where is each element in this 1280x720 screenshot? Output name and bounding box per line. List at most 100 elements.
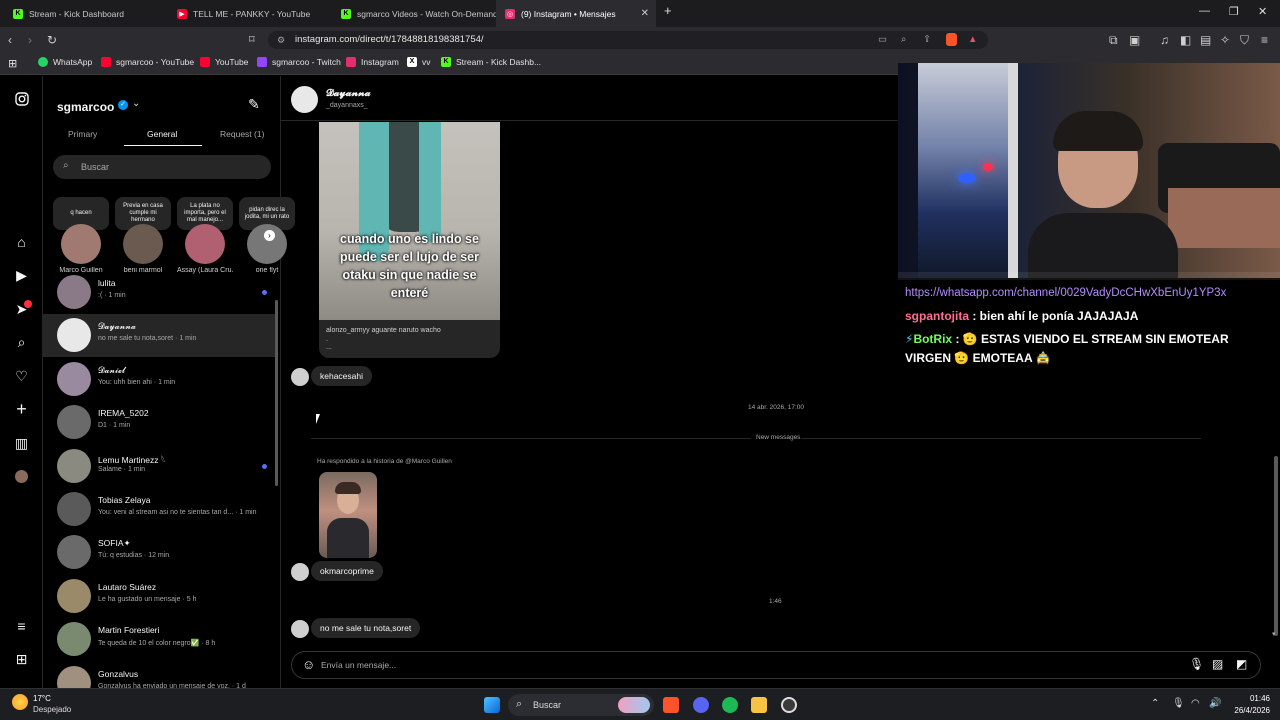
search-icon[interactable]: ⌕ — [13, 334, 30, 351]
restore-icon[interactable]: ❐ — [1229, 5, 1239, 18]
also-from-meta-icon[interactable]: ⊞ — [13, 651, 30, 668]
bookmark-whatsapp[interactable]: WhatsApp — [38, 57, 92, 67]
thread-scrollbar[interactable] — [1274, 456, 1278, 636]
search-input[interactable]: ⌕ Buscar — [53, 155, 271, 179]
dashboard-icon[interactable]: ▥ — [13, 435, 30, 452]
message-input[interactable]: ☺ Envía un mensaje... 🎙 ▨ ◩ — [291, 651, 1261, 679]
forward-icon[interactable]: › — [28, 33, 32, 47]
site-settings-icon[interactable]: ⚙ — [277, 31, 285, 49]
bookmark-twitch[interactable]: sgmarcoo - Twitch — [257, 57, 341, 67]
instagram-logo-icon[interactable] — [13, 90, 30, 107]
leo-ai-icon[interactable]: ✧ — [1220, 33, 1230, 47]
tab-general[interactable]: General — [147, 129, 177, 139]
cast-icon[interactable]: ▭ — [878, 31, 887, 49]
tab-kick-dashboard[interactable]: K Stream - Kick Dashboard — [4, 0, 168, 27]
close-tab-icon[interactable]: ✕ — [641, 8, 649, 19]
conversation-item[interactable]: Tobias Zelaya You: veni al stream asi no … — [43, 488, 275, 531]
compose-icon[interactable]: ✎ — [248, 96, 260, 113]
conversation-item[interactable]: SOFIA✦ Tú: q estudias · 12 min — [43, 531, 275, 574]
note-item[interactable]: q hacen Marco Guillen — [53, 197, 109, 274]
brave-rewards-icon[interactable]: ▲ — [968, 31, 977, 49]
story-thumbnail[interactable] — [319, 472, 377, 558]
create-icon[interactable]: + — [13, 399, 30, 419]
new-tab-icon[interactable]: + — [664, 3, 672, 18]
emoji-icon[interactable]: ☺ — [302, 657, 315, 672]
contact-name[interactable]: 𝓓𝓪𝔂𝓪𝓷𝓷𝓪 — [326, 88, 371, 99]
notes-next-icon[interactable]: › — [264, 230, 275, 241]
bookmark-icon[interactable]: ⌑ — [249, 33, 255, 46]
conversation-item[interactable]: 𝓓𝓪𝔂𝓪𝓷𝓷𝓪 no me sale tu nota,soret · 1 min — [43, 314, 275, 358]
conversation-item[interactable]: Lautaro Suárez Le ha gustado un mensaje ·… — [43, 575, 275, 618]
contact-avatar[interactable] — [291, 86, 318, 113]
chevron-down-icon[interactable]: ⌄ — [132, 98, 140, 109]
conversation-item[interactable]: 𝓓𝓪𝓷𝓲𝓮𝓵 You: uhh bien ahi · 1 min — [43, 358, 275, 401]
clock-date[interactable]: 26/4/2026 — [1222, 706, 1270, 715]
tab-instagram[interactable]: ◎ (9) Instagram • Mensajes ✕ — [496, 0, 656, 27]
brave-shield-icon[interactable] — [946, 33, 957, 46]
message-bubble[interactable]: kehacesahi — [311, 366, 373, 386]
zoom-icon[interactable]: ⌕ — [901, 31, 906, 49]
clock-time[interactable]: 01:46 — [1226, 694, 1270, 703]
vpn-icon[interactable]: ⛉ — [1240, 33, 1249, 48]
microphone-icon[interactable]: 🎙 — [1189, 657, 1204, 671]
extensions-icon[interactable]: ⧉ — [1109, 33, 1118, 48]
account-username[interactable]: sgmarcoo — [57, 100, 114, 114]
home-icon[interactable]: ⌂ — [13, 233, 30, 250]
sidebar-icon[interactable]: ◧ — [1180, 33, 1191, 47]
bookmark-x[interactable]: Xvv — [407, 57, 431, 67]
tab-kick-videos[interactable]: Ksgmarco Videos - Watch On-Demand — [332, 0, 496, 27]
conversation-item[interactable]: Lemu Martinezz 𓆩 Salame · 1 min — [43, 445, 275, 488]
mouse-cursor-icon — [316, 414, 324, 424]
menu-icon[interactable]: ≡ — [1261, 33, 1268, 47]
microphone-tray-icon[interactable]: 🎙 — [1172, 698, 1185, 709]
more-menu-icon[interactable]: ≡ — [13, 617, 30, 634]
spotify-icon[interactable] — [722, 697, 738, 713]
minimize-icon[interactable]: — — [1199, 5, 1210, 17]
message-bubble[interactable]: okmarcoprime — [311, 561, 383, 581]
bookmark-label: YouTube — [215, 57, 249, 67]
address-bar[interactable]: ⚙ instagram.com/direct/t/1784881819838175… — [268, 31, 988, 49]
bookmark-youtube[interactable]: YouTube — [200, 57, 248, 67]
reels-icon[interactable]: ▶ — [13, 267, 30, 284]
conversation-preview: Le ha gustado un mensaje · 5 h — [98, 595, 197, 603]
taskbar-search[interactable]: ⌕ Buscar — [508, 694, 654, 716]
conversation-item[interactable]: Martin Forestieri Te queda de 10 el color… — [43, 618, 275, 661]
brave-icon[interactable] — [663, 697, 679, 713]
wifi-icon[interactable]: ◠ — [1191, 698, 1200, 709]
close-window-icon[interactable]: ✕ — [1258, 5, 1267, 18]
volume-icon[interactable]: 🔊 — [1209, 698, 1221, 709]
apps-icon[interactable]: ⊞ — [8, 57, 17, 70]
message-bubble[interactable]: no me sale tu nota,soret — [311, 618, 421, 638]
start-icon[interactable] — [484, 697, 500, 713]
weather-icon[interactable] — [12, 694, 28, 710]
music-icon[interactable]: ♫ — [1160, 33, 1169, 47]
scroll-down-icon[interactable]: ▾ — [1272, 630, 1276, 638]
tab-requests[interactable]: Request (1) — [220, 129, 264, 139]
gallery-icon[interactable]: ▨ — [1212, 657, 1223, 671]
wallet-icon[interactable]: ▣ — [1129, 33, 1140, 47]
sticker-icon[interactable]: ◩ — [1236, 657, 1247, 671]
note-item[interactable]: Previa en casa cumple mi hermano beni mar… — [115, 197, 171, 274]
tab-youtube[interactable]: ▶ TELL ME - PANKKY - YouTube — [168, 0, 332, 27]
share-icon[interactable]: ⇪ — [923, 31, 931, 49]
tray-chevron-icon[interactable]: ⌃ — [1151, 698, 1159, 709]
file-explorer-icon[interactable] — [751, 697, 767, 713]
obs-icon[interactable] — [781, 697, 797, 713]
scrollbar[interactable] — [275, 300, 278, 486]
bookmark-kick[interactable]: K Stream - Kick Dashb... — [441, 57, 541, 67]
divider — [311, 438, 751, 439]
profile-avatar[interactable] — [13, 468, 30, 485]
bookmark-youtube-channel[interactable]: sgmarcoo - YouTube — [101, 57, 194, 67]
shared-post[interactable]: cuando uno es lindo se puede ser el lujo… — [319, 122, 500, 358]
conversation-item[interactable]: IREMA_5202 D1 · 1 min — [43, 401, 275, 444]
discord-icon[interactable] — [693, 697, 709, 713]
wallet-2-icon[interactable]: ▤ — [1200, 33, 1211, 47]
note-item[interactable]: La plata no importa, pero el mal manejo.… — [177, 197, 233, 274]
conversation-item[interactable]: lulita:( · 1 min — [43, 271, 275, 314]
bookmark-instagram[interactable]: Instagram — [346, 57, 399, 67]
reload-icon[interactable]: ↻ — [47, 33, 57, 47]
tab-primary[interactable]: Primary — [68, 129, 97, 139]
notifications-icon[interactable]: ♡ — [13, 368, 30, 385]
back-icon[interactable]: ‹ — [8, 33, 12, 47]
conversation-name: 𝓓𝓪𝔂𝓪𝓷𝓷𝓪 — [98, 321, 136, 332]
